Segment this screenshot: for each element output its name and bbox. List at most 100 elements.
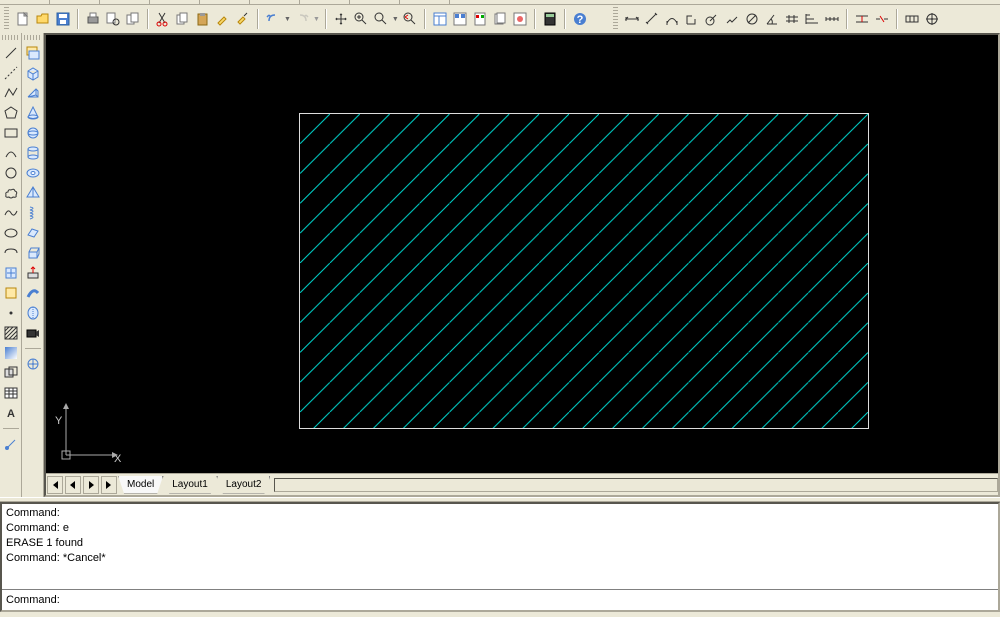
markup-icon[interactable] xyxy=(511,10,529,28)
open-file-icon[interactable] xyxy=(34,10,52,28)
helix-icon[interactable] xyxy=(24,204,42,222)
box-3d-icon[interactable] xyxy=(24,64,42,82)
rectangle-icon[interactable] xyxy=(2,124,20,142)
cone-3d-icon[interactable] xyxy=(24,104,42,122)
ellipse-arc-icon[interactable] xyxy=(2,244,20,262)
line-icon[interactable] xyxy=(2,44,20,62)
torus-3d-icon[interactable] xyxy=(24,164,42,182)
print-preview-icon[interactable] xyxy=(104,10,122,28)
dim-ordinate-icon[interactable] xyxy=(683,10,701,28)
zoom-window-icon[interactable] xyxy=(372,10,390,28)
pan-icon[interactable] xyxy=(332,10,350,28)
calculator-icon[interactable] xyxy=(541,10,559,28)
dim-tolerance-icon[interactable] xyxy=(903,10,921,28)
command-window: Command: Command: e ERASE 1 found Comman… xyxy=(0,502,1000,612)
publish-icon[interactable] xyxy=(124,10,142,28)
tab-scroll-track[interactable] xyxy=(274,478,998,492)
center-icon[interactable] xyxy=(24,355,42,373)
construction-line-icon[interactable] xyxy=(2,64,20,82)
ucs-x-label: X xyxy=(114,453,121,465)
toolbar-handle[interactable] xyxy=(4,7,9,31)
ucs-y-label: Y xyxy=(55,415,62,427)
dim-space-icon[interactable] xyxy=(853,10,871,28)
hatched-rectangle xyxy=(299,113,869,429)
point-icon[interactable] xyxy=(2,304,20,322)
revolve-icon[interactable] xyxy=(24,304,42,322)
tool-palettes-icon[interactable] xyxy=(471,10,489,28)
match-properties-icon[interactable] xyxy=(214,10,232,28)
save-icon[interactable] xyxy=(54,10,72,28)
cylinder-3d-icon[interactable] xyxy=(24,144,42,162)
dim-jogged-icon[interactable] xyxy=(723,10,741,28)
standard-toolbar: ▼ ▼ ▼ ? xyxy=(0,5,1000,33)
cut-icon[interactable] xyxy=(154,10,172,28)
presspull-icon[interactable] xyxy=(24,264,42,282)
region-icon[interactable] xyxy=(2,364,20,382)
zoom-previous-icon[interactable] xyxy=(401,10,419,28)
tab-layout1[interactable]: Layout1 xyxy=(163,476,217,494)
dim-baseline-icon[interactable] xyxy=(803,10,821,28)
svg-text:A: A xyxy=(7,408,15,420)
table-icon[interactable] xyxy=(2,384,20,402)
sheet-set-icon[interactable] xyxy=(491,10,509,28)
redo-icon[interactable] xyxy=(293,10,311,28)
print-icon[interactable] xyxy=(84,10,102,28)
dim-continue-icon[interactable] xyxy=(823,10,841,28)
wedge-3d-icon[interactable] xyxy=(24,84,42,102)
mtext-icon[interactable]: A xyxy=(2,404,20,422)
command-prompt-label: Command: xyxy=(6,594,60,606)
dim-angular-icon[interactable] xyxy=(763,10,781,28)
copy-icon[interactable] xyxy=(174,10,192,28)
tab-nav-last-icon[interactable] xyxy=(101,476,117,494)
command-history: Command: Command: e ERASE 1 found Comman… xyxy=(2,504,998,590)
properties-icon[interactable] xyxy=(431,10,449,28)
layer-prop-icon[interactable] xyxy=(24,44,42,62)
dim-break-icon[interactable] xyxy=(873,10,891,28)
new-file-icon[interactable] xyxy=(14,10,32,28)
command-input-line[interactable]: Command: xyxy=(2,590,998,610)
dim-arc-icon[interactable] xyxy=(663,10,681,28)
design-center-icon[interactable] xyxy=(451,10,469,28)
paint-icon[interactable] xyxy=(234,10,252,28)
sweep-icon[interactable] xyxy=(24,284,42,302)
toolbar-handle[interactable] xyxy=(613,7,618,31)
insert-block-icon[interactable] xyxy=(2,264,20,282)
dim-diameter-icon[interactable] xyxy=(743,10,761,28)
zoom-realtime-icon[interactable] xyxy=(352,10,370,28)
arc-icon[interactable] xyxy=(2,144,20,162)
polyline-icon[interactable] xyxy=(2,84,20,102)
spline-icon[interactable] xyxy=(2,204,20,222)
paste-icon[interactable] xyxy=(194,10,212,28)
dim-linear-icon[interactable] xyxy=(623,10,641,28)
make-block-icon[interactable] xyxy=(2,284,20,302)
tab-model[interactable]: Model xyxy=(118,476,163,494)
tab-nav-first-icon[interactable] xyxy=(47,476,63,494)
undo-icon[interactable] xyxy=(264,10,282,28)
revcloud-icon[interactable] xyxy=(2,184,20,202)
help-icon[interactable]: ? xyxy=(571,10,589,28)
hatch-icon[interactable] xyxy=(2,324,20,342)
planar-surf-icon[interactable] xyxy=(24,224,42,242)
command-input[interactable] xyxy=(63,594,994,606)
dim-center-icon[interactable] xyxy=(923,10,941,28)
add-selected-icon[interactable] xyxy=(2,435,20,453)
dim-radius-icon[interactable] xyxy=(703,10,721,28)
layout-tab-strip: Model Layout1 Layout2 xyxy=(46,473,998,495)
dim-aligned-icon[interactable] xyxy=(643,10,661,28)
svg-text:?: ? xyxy=(576,14,583,26)
dim-quick-icon[interactable] xyxy=(783,10,801,28)
ellipse-icon[interactable] xyxy=(2,224,20,242)
toolbar-handle[interactable] xyxy=(2,35,20,40)
circle-icon[interactable] xyxy=(2,164,20,182)
polygon-icon[interactable] xyxy=(2,104,20,122)
tab-nav-next-icon[interactable] xyxy=(83,476,99,494)
toolbar-handle[interactable] xyxy=(24,35,42,40)
pyramid-3d-icon[interactable] xyxy=(24,184,42,202)
tab-nav-prev-icon[interactable] xyxy=(65,476,81,494)
extrude-icon[interactable] xyxy=(24,244,42,262)
tab-layout2[interactable]: Layout2 xyxy=(217,476,271,494)
sphere-3d-icon[interactable] xyxy=(24,124,42,142)
gradient-icon[interactable] xyxy=(2,344,20,362)
camera-icon[interactable] xyxy=(24,324,42,342)
model-viewport[interactable]: Y X Model Layout1 Layout2 xyxy=(44,33,1000,497)
